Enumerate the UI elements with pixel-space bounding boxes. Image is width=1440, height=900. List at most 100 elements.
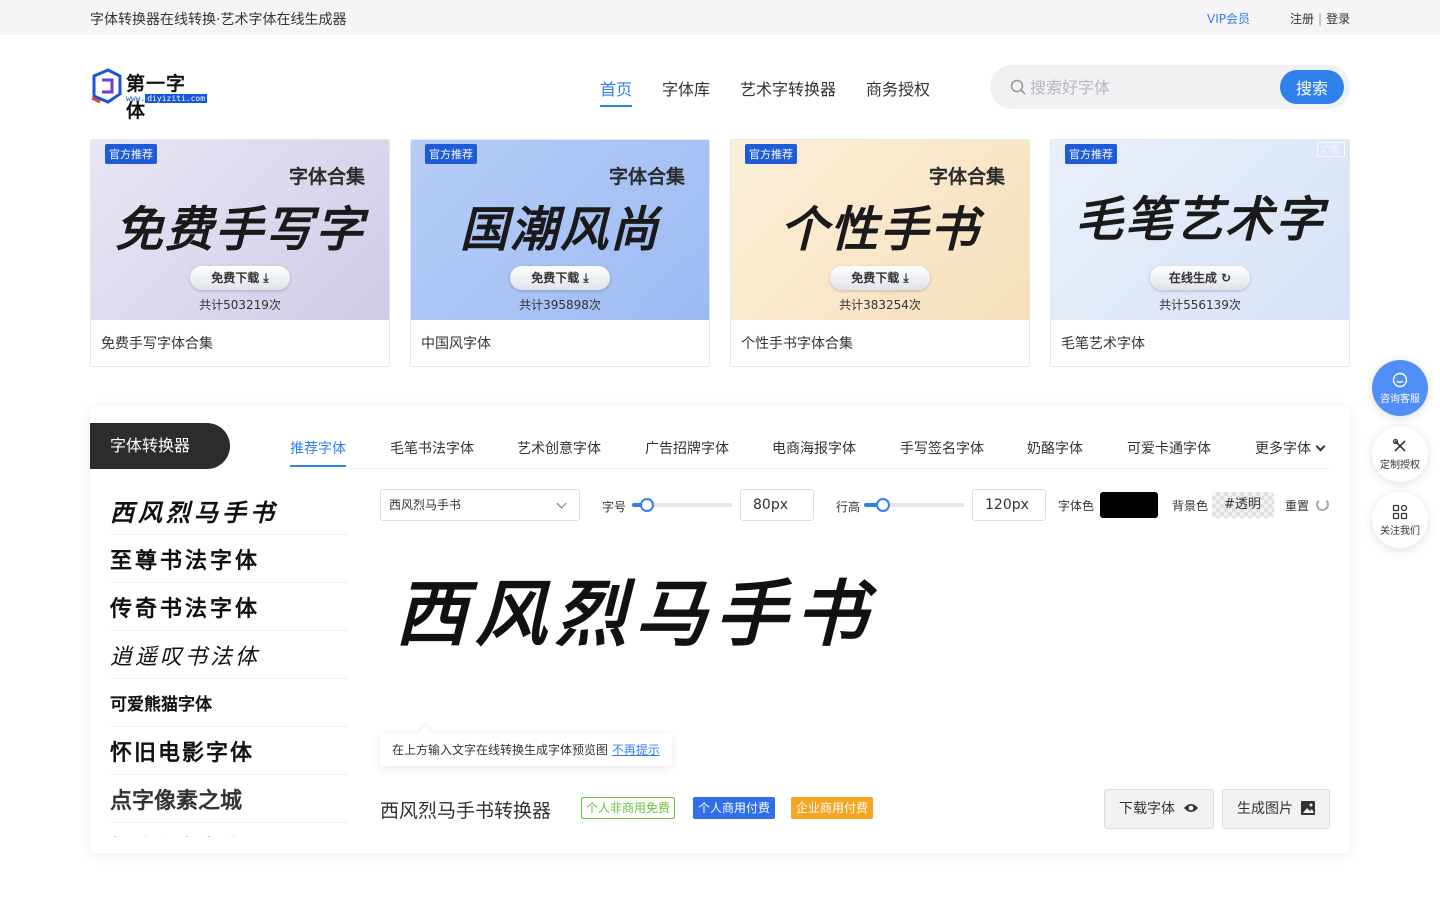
search-bar: 搜索 — [990, 65, 1350, 109]
search-button[interactable]: 搜索 — [1280, 70, 1344, 104]
tab-cheese[interactable]: 奶酪字体 — [1027, 438, 1083, 458]
generate-image-label: 生成图片 — [1237, 801, 1293, 817]
nav-art-converter[interactable]: 艺术字转换器 — [740, 76, 836, 100]
chevron-down-icon — [556, 498, 567, 509]
custom-license-label: 定制授权 — [1380, 460, 1420, 471]
card-brush-art[interactable]: 官方推荐 广告 毛笔艺术字 在线生成 ↻ 共计556139次 毛笔艺术字体 — [1050, 139, 1350, 367]
font-select-value: 西风烈马手书 — [389, 498, 462, 512]
font-item-pixel[interactable]: 点字像素之城 — [110, 775, 348, 823]
card-caption: 免费手写字体合集 — [101, 336, 213, 352]
auth-divider: | — [1318, 12, 1323, 26]
site-logo[interactable]: 第一字体 www. diyiziti.com — [90, 68, 208, 122]
font-select[interactable]: 西风烈马手书 — [380, 489, 580, 521]
customer-service-label: 咨询客服 — [1380, 394, 1420, 405]
official-tag: 官方推荐 — [425, 144, 477, 164]
card-banner: 官方推荐 字体合集 免费手写字 免费下载 ⤓ 共计503219次 — [91, 140, 389, 320]
line-height-slider-handle[interactable] — [876, 498, 890, 512]
font-category-tabs: 推荐字体 毛笔书法字体 艺术创意字体 广告招牌字体 电商海报字体 手写签名字体 … — [290, 435, 1330, 469]
card-headline: 免费手写字 — [114, 202, 365, 258]
follow-us-button[interactable]: 关注我们 — [1372, 492, 1428, 548]
font-preview: 西风烈马手书 — [395, 571, 876, 656]
card-personal-handwriting[interactable]: 官方推荐 字体合集 个性手书 免费下载 ⤓ 共计383254次 个性手书字体合集 — [730, 139, 1030, 367]
reset-button[interactable]: 重置 — [1285, 497, 1309, 514]
license-badge-free: 个人非商用免费 — [581, 797, 676, 819]
font-item-xifeng[interactable]: 西风烈马手书 — [110, 487, 348, 535]
font-item-nostalgic[interactable]: 怀旧电影字体 — [110, 727, 348, 775]
refresh-icon[interactable] — [1316, 498, 1329, 511]
font-item-zhizun[interactable]: 至尊书法字体 — [110, 535, 348, 583]
official-tag: 官方推荐 — [105, 144, 157, 164]
size-slider-handle[interactable] — [640, 498, 654, 512]
tab-ecommerce-poster[interactable]: 电商海报字体 — [772, 438, 856, 458]
card-count: 共计383254次 — [839, 298, 921, 312]
register-link[interactable]: 注册 — [1290, 12, 1314, 26]
dismiss-hint-link[interactable]: 不再提示 — [612, 743, 660, 757]
line-height-label: 行高 — [836, 500, 861, 514]
nav-home[interactable]: 首页 — [600, 76, 633, 107]
bg-color-picker[interactable]: #透明 — [1212, 492, 1274, 518]
line-height-slider[interactable] — [864, 498, 964, 512]
login-link[interactable]: 登录 — [1326, 12, 1350, 26]
download-font-label: 下载字体 — [1119, 801, 1175, 817]
download-font-button[interactable]: 下载字体 — [1104, 789, 1215, 829]
card-count: 共计556139次 — [1159, 298, 1241, 312]
site-title: 字体转换器在线转换·艺术字体在线生成器 — [90, 12, 347, 28]
card-download-button[interactable]: 免费下载 ⤓ — [190, 266, 290, 290]
tab-art-creative[interactable]: 艺术创意字体 — [517, 438, 601, 458]
generate-image-button[interactable]: 生成图片 — [1222, 789, 1331, 829]
tab-more-fonts[interactable]: 更多字体 — [1255, 438, 1326, 458]
card-banner: 官方推荐 字体合集 个性手书 免费下载 ⤓ 共计383254次 — [731, 140, 1029, 320]
card-free-handwriting[interactable]: 官方推荐 字体合集 免费手写字 免费下载 ⤓ 共计503219次 免费手写字体合… — [90, 139, 390, 367]
tab-brush-calligraphy[interactable]: 毛笔书法字体 — [390, 438, 474, 458]
size-input[interactable]: 80px — [740, 489, 814, 521]
logo-url-prefix: www. — [126, 94, 146, 103]
tab-signboard[interactable]: 广告招牌字体 — [645, 438, 729, 458]
chevron-down-icon — [1315, 441, 1326, 452]
hint-text: 在上方输入文字在线转换生成字体预览图 — [392, 743, 609, 757]
line-height-input[interactable]: 120px — [972, 489, 1046, 521]
follow-us-label: 关注我们 — [1380, 526, 1420, 537]
card-caption: 中国风字体 — [421, 336, 491, 352]
nav-license[interactable]: 商务授权 — [866, 76, 930, 100]
font-item-chuanqi[interactable]: 传奇书法字体 — [110, 583, 348, 631]
nav-font-library[interactable]: 字体库 — [662, 76, 710, 100]
font-item-fun[interactable]: 趣味创意字体 — [110, 823, 348, 838]
card-headline: 个性手书 — [779, 202, 980, 258]
card-subtitle: 字体合集 — [288, 166, 365, 188]
logo-url-domain: diyiziti.com — [145, 94, 208, 103]
tab-more-label: 更多字体 — [1255, 441, 1311, 457]
card-banner: 官方推荐 广告 毛笔艺术字 在线生成 ↻ 共计556139次 — [1051, 140, 1349, 320]
tab-recommended[interactable]: 推荐字体 — [290, 438, 346, 467]
logo-url: www. diyiziti.com — [126, 94, 208, 103]
tab-cute-cartoon[interactable]: 可爱卡通字体 — [1127, 438, 1211, 458]
grid-icon — [1392, 504, 1408, 520]
search-input[interactable] — [1030, 73, 1260, 101]
card-generate-button[interactable]: 在线生成 ↻ — [1150, 266, 1250, 290]
top-bar: 字体转换器在线转换·艺术字体在线生成器 VIP会员 注册 | 登录 — [0, 0, 1440, 35]
converter-panel: 字体转换器 推荐字体 毛笔书法字体 艺术创意字体 广告招牌字体 电商海报字体 手… — [90, 407, 1350, 853]
card-subtitle: 字体合集 — [608, 166, 685, 188]
card-subtitle: 字体合集 — [928, 166, 1005, 188]
converter-page-title: 西风烈马手书转换器 — [380, 800, 552, 822]
custom-license-button[interactable]: 定制授权 — [1372, 426, 1428, 482]
card-count: 共计503219次 — [199, 298, 281, 312]
size-slider[interactable] — [632, 498, 732, 512]
hint-tooltip: 在上方输入文字在线转换生成字体预览图 不再提示 — [380, 734, 672, 766]
card-download-button[interactable]: 免费下载 ⤓ — [830, 266, 930, 290]
vip-link[interactable]: VIP会员 — [1207, 10, 1250, 27]
font-item-panda[interactable]: 可爱熊猫字体 — [110, 679, 348, 727]
card-caption: 个性手书字体合集 — [741, 336, 853, 352]
customer-service-button[interactable]: 咨询客服 — [1372, 360, 1428, 416]
card-banner: 官方推荐 字体合集 国潮风尚 免费下载 ⤓ 共计395898次 — [411, 140, 709, 320]
official-tag: 官方推荐 — [745, 144, 797, 164]
tab-handwritten-signature[interactable]: 手写签名字体 — [900, 438, 984, 458]
card-chinese-style[interactable]: 官方推荐 字体合集 国潮风尚 免费下载 ⤓ 共计395898次 中国风字体 — [410, 139, 710, 367]
card-headline: 毛笔艺术字 — [1074, 192, 1325, 248]
font-item-xiaoyao[interactable]: 逍遥叹书法体 — [110, 631, 348, 679]
card-download-button[interactable]: 免费下载 ⤓ — [510, 266, 610, 290]
font-color-picker[interactable] — [1100, 492, 1158, 518]
image-icon — [1301, 801, 1316, 815]
logo-mark-icon — [91, 68, 122, 104]
auth-links: 注册 | 登录 — [1290, 10, 1350, 27]
font-list: 西风烈马手书 至尊书法字体 传奇书法字体 逍遥叹书法体 可爱熊猫字体 怀旧电影字… — [110, 487, 348, 837]
